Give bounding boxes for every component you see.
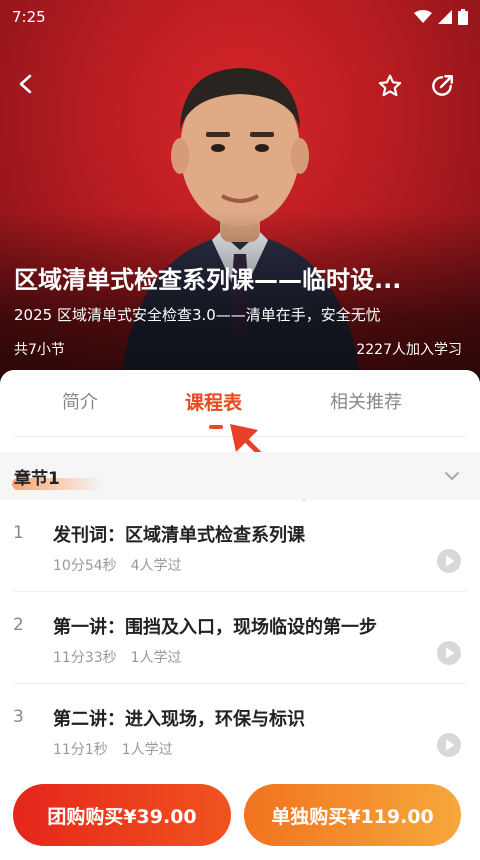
purchase-bar: 团购购买¥39.00 单独购买¥119.00 — [0, 778, 480, 860]
tab-schedule[interactable]: 课程表 — [185, 388, 242, 415]
status-bar: 7:25 — [0, 0, 480, 34]
tab-intro[interactable]: 简介 — [62, 388, 98, 414]
chapter-title: 章节1 — [14, 469, 60, 489]
wifi-icon — [414, 10, 432, 23]
lesson-item[interactable]: 3 第二讲：进入现场，环保与标识 11分1秒 1人学过 — [0, 684, 480, 776]
share-button[interactable] — [424, 68, 460, 104]
tab-recommend[interactable]: 相关推荐 — [330, 388, 402, 414]
lesson-meta: 11分1秒 1人学过 — [53, 739, 173, 759]
lesson-title: 第一讲：围挡及入口，现场临设的第一步 — [53, 617, 377, 638]
back-icon — [19, 74, 32, 94]
group-buy-button[interactable]: 团购购买¥39.00 — [13, 784, 231, 846]
battery-icon — [458, 9, 468, 25]
status-time: 7:25 — [12, 8, 46, 26]
lesson-item[interactable]: 2 第一讲：围挡及入口，现场临设的第一步 11分33秒 1人学过 — [0, 592, 480, 684]
signal-icon — [438, 10, 452, 24]
single-buy-button[interactable]: 单独购买¥119.00 — [244, 784, 461, 846]
back-button[interactable] — [8, 66, 44, 102]
favorite-button[interactable] — [372, 68, 408, 104]
course-cover: 7:25 区域清单式检查系列课——临时设... 2025 区域清单式安全检查3.… — [0, 0, 480, 390]
lesson-duration: 10分54秒 — [53, 558, 117, 574]
course-subtitle: 2025 区域清单式安全检查3.0——清单在手，安全无忧 — [14, 306, 381, 324]
play-icon[interactable] — [436, 640, 462, 666]
lesson-learned: 1人学过 — [121, 742, 173, 758]
star-icon — [378, 74, 402, 97]
lesson-learned: 1人学过 — [130, 650, 182, 666]
play-icon[interactable] — [436, 732, 462, 758]
share-icon — [432, 75, 453, 96]
chevron-down-icon[interactable] — [442, 466, 462, 486]
lesson-count: 共7小节 — [14, 342, 65, 358]
active-tab-indicator — [209, 425, 223, 429]
lesson-number: 1 — [13, 523, 24, 543]
play-icon[interactable] — [436, 548, 462, 574]
course-title: 区域清单式检查系列课——临时设... — [14, 266, 402, 294]
lesson-title: 发刊词：区域清单式检查系列课 — [53, 525, 305, 546]
lesson-learned: 4人学过 — [130, 558, 182, 574]
lesson-duration: 11分33秒 — [53, 650, 117, 666]
lesson-title: 第二讲：进入现场，环保与标识 — [53, 709, 305, 730]
lesson-item[interactable]: 1 发刊词：区域清单式检查系列课 10分54秒 4人学过 — [0, 500, 480, 592]
chapter-header[interactable]: 章节1 — [0, 452, 480, 500]
lesson-meta: 11分33秒 1人学过 — [53, 647, 182, 667]
lesson-duration: 11分1秒 — [53, 742, 108, 758]
hero-gradient — [0, 210, 480, 390]
lesson-number: 2 — [13, 615, 24, 635]
learner-count: 2227人加入学习 — [356, 342, 462, 358]
lesson-number: 3 — [13, 707, 24, 727]
lesson-meta: 10分54秒 4人学过 — [53, 555, 182, 575]
